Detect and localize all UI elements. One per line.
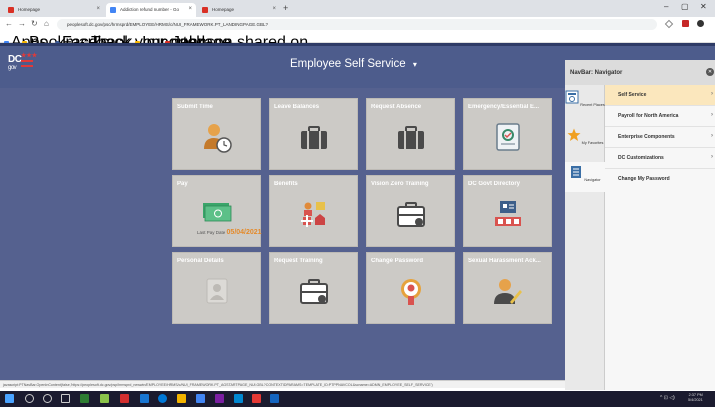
- training-briefcase-icon: [397, 202, 425, 227]
- personal-details-icon: [206, 278, 228, 304]
- recent-places-icon: [565, 90, 579, 104]
- app-icon[interactable]: [215, 394, 224, 403]
- navigator-menu: Self Service › Payroll for North America ›…: [605, 85, 715, 205]
- chevron-right-icon: ›: [711, 154, 713, 160]
- dc-flag-bars-icon: [21, 60, 33, 67]
- browser-tab[interactable]: Homepage ×: [4, 3, 104, 17]
- tile-personal-details[interactable]: Personal Details: [172, 252, 261, 324]
- minimize-button[interactable]: –: [664, 2, 668, 11]
- dc-flag-stars-icon: ★★★: [21, 53, 38, 59]
- extension-icon[interactable]: [682, 20, 689, 27]
- outlook-icon[interactable]: [140, 394, 149, 403]
- my-favorites-button[interactable]: My Favorites: [565, 128, 605, 145]
- navigator-button[interactable]: Navigator: [565, 162, 605, 192]
- navbar-title: NavBar: Navigator: [565, 60, 715, 85]
- close-tab-icon[interactable]: ×: [96, 6, 100, 12]
- reload-button[interactable]: ↻: [31, 19, 38, 28]
- maximize-button[interactable]: ▢: [681, 2, 689, 11]
- forward-button[interactable]: →: [18, 19, 26, 28]
- search-icon[interactable]: [25, 394, 34, 403]
- word-icon[interactable]: [270, 394, 279, 403]
- menu-item-change-my-password[interactable]: Change My Password: [605, 169, 715, 190]
- url-input[interactable]: peoplesoft.dc.gov/psc/hrmsprd/EMPLOYEE/H…: [57, 19, 657, 30]
- person-pen-icon: [494, 279, 522, 304]
- profile-avatar[interactable]: [697, 20, 704, 27]
- money-icon: [203, 203, 232, 222]
- status-bar-url: javascript:PTNavBar.OpenInContent(false,…: [0, 380, 565, 388]
- training-briefcase-icon: [300, 279, 328, 304]
- menu-item-dc-customizations[interactable]: DC Customizations ›: [605, 148, 715, 169]
- tile-submit-time[interactable]: Submit Time: [172, 98, 261, 170]
- tile-request-training[interactable]: Request Training: [269, 252, 358, 324]
- chevron-down-icon: ▾: [412, 60, 417, 69]
- briefcase-icon: [301, 126, 327, 149]
- system-tray-icons[interactable]: ^ ⊡ ◁): [660, 395, 675, 401]
- benefits-icon: [301, 202, 325, 227]
- chevron-right-icon: ›: [711, 133, 713, 139]
- tile-emergency-essential[interactable]: Emergency/Essential E...: [463, 98, 552, 170]
- browser-tab-active[interactable]: Addiction refund number - Go ×: [106, 3, 196, 17]
- tile-vision-zero-training[interactable]: Vision Zero Training: [366, 175, 455, 247]
- windows-start-icon[interactable]: [5, 394, 14, 403]
- file-explorer-icon[interactable]: [177, 394, 186, 403]
- navbar-close-button[interactable]: ✕: [706, 68, 714, 76]
- person-clock-icon: [204, 124, 232, 153]
- tile-request-absence[interactable]: Request Absence: [366, 98, 455, 170]
- tile-sexual-harassment-ack[interactable]: Sexual Harassment Ack...: [463, 252, 552, 324]
- chrome-icon[interactable]: [196, 394, 205, 403]
- close-tab-icon[interactable]: ×: [272, 6, 276, 12]
- app-icon[interactable]: [120, 394, 129, 403]
- document-gear-icon: [496, 123, 520, 151]
- recent-places-button[interactable]: Recent Places: [565, 90, 605, 107]
- chevron-right-icon: ›: [711, 91, 713, 97]
- app-icon[interactable]: [100, 394, 109, 403]
- tile-change-password[interactable]: Change Password: [366, 252, 455, 324]
- last-pay-date: Last Pay Date 05/04/2021: [197, 229, 262, 236]
- tab-favicon-icon: [202, 7, 208, 13]
- password-badge-icon: [401, 279, 421, 305]
- tab-favicon-icon: [8, 7, 14, 13]
- star-icon: [567, 128, 581, 141]
- taskbar-clock[interactable]: 2:37 PM 5/4/2021: [688, 393, 703, 403]
- tile-leave-balances[interactable]: Leave Balances: [269, 98, 358, 170]
- navigator-icon: [571, 166, 582, 178]
- menu-item-enterprise-components[interactable]: Enterprise Components ›: [605, 127, 715, 148]
- new-tab-button[interactable]: +: [283, 3, 288, 13]
- browser-tab[interactable]: Homepage ×: [198, 3, 280, 17]
- cortana-icon[interactable]: [43, 394, 52, 403]
- task-view-icon[interactable]: [61, 394, 70, 403]
- menu-item-self-service[interactable]: Self Service ›: [605, 85, 715, 106]
- home-button[interactable]: ⌂: [44, 19, 49, 28]
- directory-icon: [495, 201, 521, 226]
- tile-pay[interactable]: Pay Last Pay Date 05/04/2021: [172, 175, 262, 247]
- menu-item-payroll-north-america[interactable]: Payroll for North America ›: [605, 106, 715, 127]
- tile-dc-govt-directory[interactable]: DC Govt Directory: [463, 175, 552, 247]
- app-icon[interactable]: [234, 394, 243, 403]
- page-title-dropdown[interactable]: Employee Self Service ▾: [290, 58, 417, 70]
- close-tab-icon[interactable]: ×: [188, 6, 192, 12]
- close-window-button[interactable]: ✕: [700, 2, 707, 11]
- tile-benefits[interactable]: Benefits: [269, 175, 358, 247]
- back-button[interactable]: ←: [5, 19, 13, 28]
- chevron-right-icon: ›: [711, 112, 713, 118]
- briefcase-icon: [398, 126, 424, 149]
- app-icon[interactable]: [252, 394, 261, 403]
- excel-icon[interactable]: [80, 394, 89, 403]
- edge-icon[interactable]: [158, 394, 167, 403]
- dc-gov-logo[interactable]: DC gov ★★★: [8, 53, 37, 76]
- tab-favicon-icon: [110, 7, 116, 13]
